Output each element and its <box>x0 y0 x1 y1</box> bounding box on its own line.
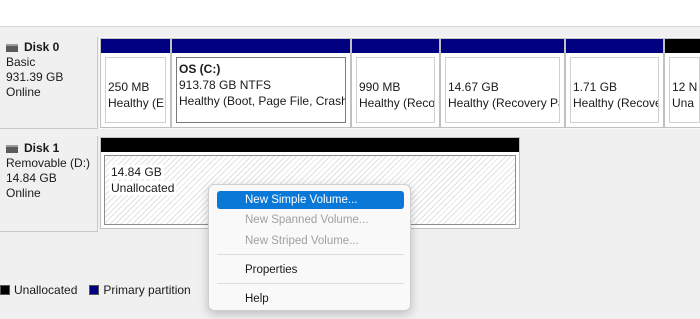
disk-title: Disk 1 <box>24 141 60 155</box>
legend-item-primary: Primary partition <box>89 283 191 297</box>
menu-item-new-striped-volume[interactable]: New Striped Volume... <box>217 232 404 250</box>
legend-label: Unallocated <box>14 283 78 297</box>
partition-os-c[interactable]: OS (C:) 913.78 GB NTFS Healthy (Boot, Pa… <box>171 38 351 128</box>
divider <box>0 26 700 27</box>
disk-icon <box>6 144 18 153</box>
disk-icon <box>6 43 18 52</box>
menu-item-help[interactable]: Help <box>217 290 404 308</box>
legend-label: Primary partition <box>103 283 191 297</box>
disk-type: Basic <box>6 55 36 69</box>
legend: Unallocated Primary partition <box>0 283 199 297</box>
disk-status: Online <box>6 186 41 200</box>
disk-1-label[interactable]: Disk 1 Removable (D:) 14.84 GB Online <box>0 136 98 232</box>
partition-status: Healthy (Recove <box>573 96 659 110</box>
unallocated-size: 14.84 GB <box>109 165 164 179</box>
legend-item-unallocated: Unallocated <box>0 283 77 297</box>
disk-type: Removable (D:) <box>6 156 91 170</box>
partition-size: 250 MB <box>108 80 150 94</box>
disk-title: Disk 0 <box>24 40 60 54</box>
partition-recovery-2[interactable]: 14.67 GB Healthy (Recovery Par <box>440 38 565 128</box>
partition-size: 913.78 GB NTFS <box>179 78 272 92</box>
partition-status: Healthy (Recovery Par <box>448 96 560 110</box>
partition-recovery-1[interactable]: 990 MB Healthy (Recov <box>351 38 440 128</box>
partition-size: 1.71 GB <box>573 80 618 94</box>
menu-item-new-simple-volume[interactable]: New Simple Volume... <box>217 191 404 209</box>
disk-size: 931.39 GB <box>6 70 64 84</box>
partition-efi[interactable]: 250 MB Healthy (EF <box>100 38 171 128</box>
partition-status: Healthy (EF <box>108 96 166 110</box>
partition-unallocated-tail[interactable]: 12 N Una <box>664 38 700 128</box>
unallocated-status: Unallocated <box>109 181 177 195</box>
toolbar-area <box>0 0 700 26</box>
menu-item-properties[interactable]: Properties <box>217 261 404 279</box>
legend-swatch <box>0 285 10 295</box>
disk-size: 14.84 GB <box>6 171 57 185</box>
menu-separator <box>217 283 404 284</box>
partition-status: Una <box>672 96 695 110</box>
partition-name: OS (C:) <box>179 62 221 76</box>
disk-0-map: 250 MB Healthy (EF OS (C:) 913.78 GB NTF… <box>99 37 700 129</box>
disk-0-label[interactable]: Disk 0 Basic 931.39 GB Online <box>0 37 98 129</box>
partition-recovery-3[interactable]: 1.71 GB Healthy (Recove <box>565 38 664 128</box>
legend-swatch <box>89 285 100 295</box>
partition-size: 12 N <box>672 80 698 94</box>
partition-size: 990 MB <box>359 80 401 94</box>
context-menu: New Simple Volume... New Spanned Volume.… <box>208 184 411 311</box>
menu-separator <box>217 254 404 255</box>
partition-size: 14.67 GB <box>448 80 499 94</box>
disk-status: Online <box>6 85 41 99</box>
menu-item-new-spanned-volume[interactable]: New Spanned Volume... <box>217 211 404 229</box>
partition-status: Healthy (Boot, Page File, Crash D <box>179 94 346 108</box>
partition-status: Healthy (Recov <box>359 96 435 110</box>
